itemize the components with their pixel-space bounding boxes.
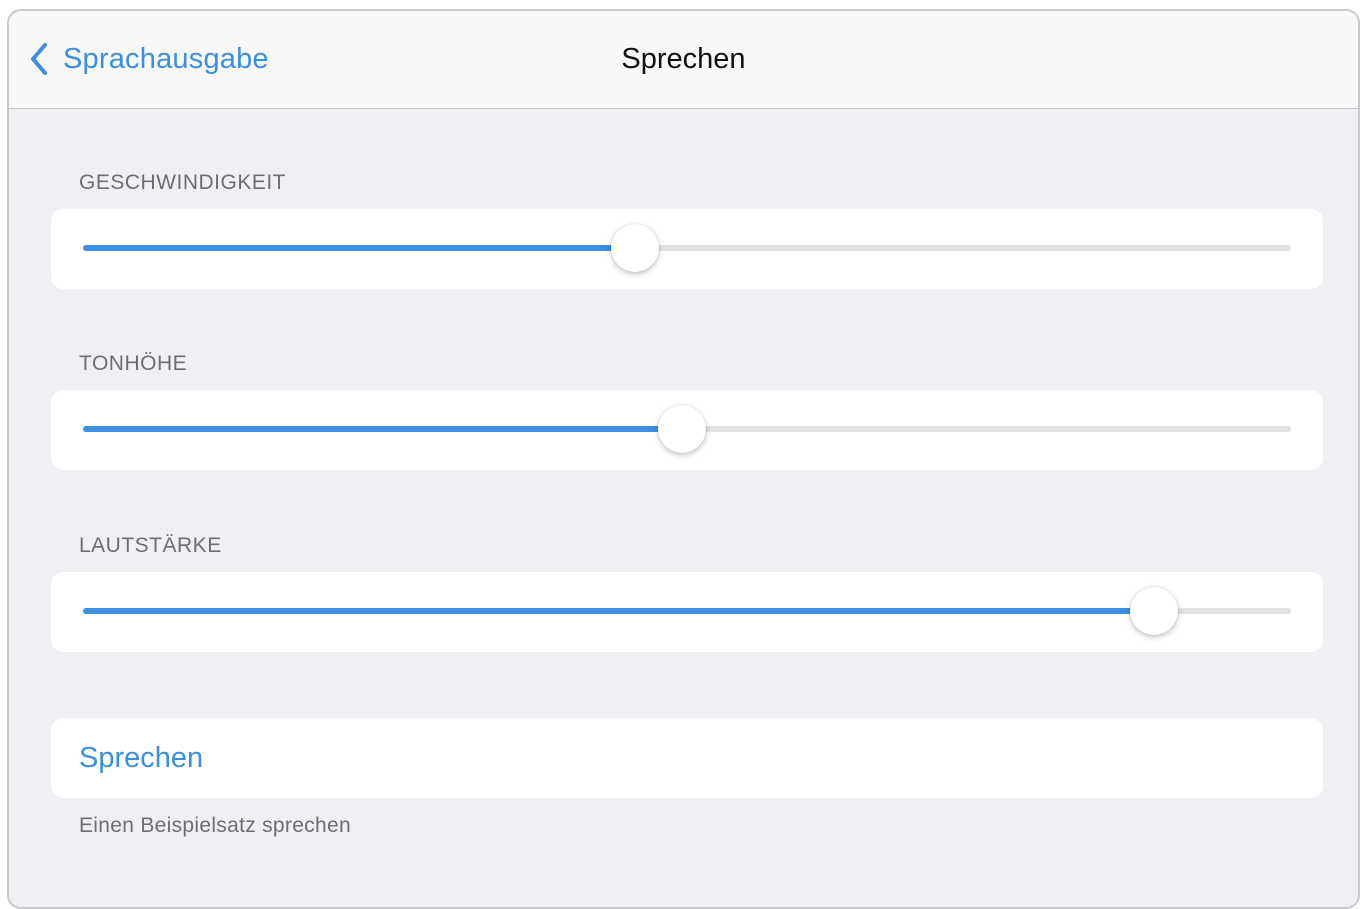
speed-slider-thumb[interactable] [611, 224, 660, 272]
pitch-slider-thumb[interactable] [658, 405, 707, 453]
speak-footer-text: Einen Beispielsatz sprechen [79, 814, 351, 837]
pitch-slider-fill [83, 426, 683, 432]
navigation-bar: Sprachausgabe Sprechen [9, 11, 1358, 109]
speed-label: GESCHWINDIGKEIT [79, 171, 287, 194]
pitch-slider-card [51, 390, 1323, 470]
speed-slider-card [51, 209, 1323, 289]
volume-slider-fill [83, 608, 1155, 614]
volume-slider-card [51, 572, 1323, 652]
speak-button[interactable]: Sprechen [51, 718, 1323, 798]
settings-window: Sprachausgabe Sprechen GESCHWINDIGKEIT T… [7, 9, 1360, 909]
volume-slider[interactable] [83, 608, 1291, 614]
speed-slider[interactable] [83, 245, 1291, 251]
volume-slider-thumb[interactable] [1130, 587, 1179, 635]
page-title: Sprechen [621, 43, 746, 75]
speed-slider-fill [83, 245, 636, 251]
volume-label: LAUTSTÄRKE [79, 534, 222, 557]
pitch-label: TONHÖHE [79, 352, 188, 375]
speak-button-label: Sprechen [79, 742, 204, 774]
